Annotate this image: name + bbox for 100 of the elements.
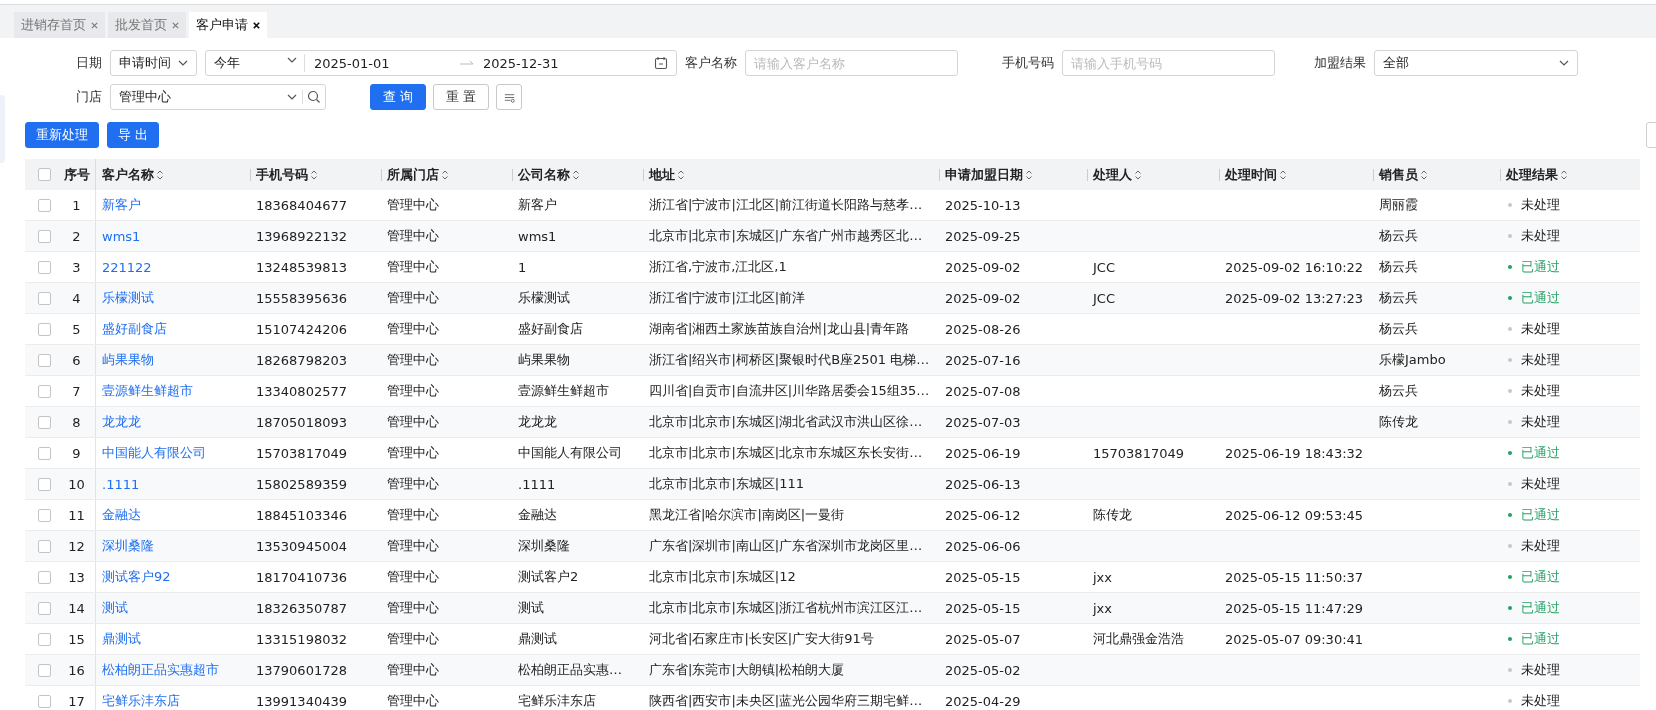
table-cell: 管理中心	[387, 320, 439, 338]
sort-icon[interactable]	[1134, 168, 1142, 181]
table-cell: jxx	[1093, 600, 1112, 616]
column-header: 公司名称	[518, 165, 570, 184]
checkbox[interactable]	[38, 415, 51, 429]
table-cell: 浙江省|宁波市|江北区|前洋	[649, 289, 806, 307]
customer-link[interactable]: 测试客户92	[102, 568, 171, 586]
customer-link[interactable]: 松柏朗正品实惠超市	[102, 661, 219, 679]
table-cell: 管理中心	[387, 537, 439, 555]
checkbox[interactable]	[38, 198, 51, 212]
checkbox[interactable]	[38, 663, 51, 677]
checkbox[interactable]	[38, 168, 51, 181]
sort-icon[interactable]	[441, 168, 449, 181]
customer-link[interactable]: 乐檬测试	[102, 289, 154, 307]
table-cell: 2025-05-15 11:47:29	[1225, 600, 1364, 616]
table-cell: 13991340439	[256, 693, 347, 709]
column-header: 处理时间	[1225, 165, 1277, 184]
table-cell: 管理中心	[387, 692, 439, 710]
checkbox[interactable]	[38, 384, 51, 398]
customer-link[interactable]: 新客户	[102, 196, 141, 214]
customer-link[interactable]: 测试	[102, 599, 128, 617]
date-type-select[interactable]: 申请时间	[110, 50, 197, 76]
sort-icon[interactable]	[1420, 168, 1428, 181]
table-cell: 杨云兵	[1379, 320, 1418, 338]
table-cell: 15703817049	[256, 445, 347, 461]
table-cell: 4	[72, 290, 81, 306]
status-text: 已通过	[1521, 568, 1560, 586]
action-button[interactable]: 重新处理	[25, 122, 99, 148]
table-cell: 5	[72, 321, 81, 337]
column-header: 申请加盟日期	[945, 165, 1023, 184]
table-cell: 周丽霞	[1379, 196, 1418, 214]
customer-link[interactable]: 龙龙龙	[102, 413, 141, 431]
action-button[interactable]: 导 出	[107, 122, 160, 148]
table-cell: 1	[72, 197, 81, 213]
store-select[interactable]: 管理中心	[110, 84, 326, 110]
table-cell: 2025-09-25	[945, 228, 1021, 244]
checkbox[interactable]	[38, 446, 51, 460]
table-cell: 13	[68, 569, 85, 585]
checkbox[interactable]	[38, 260, 51, 274]
table-cell: 浙江省,宁波市,江北区,1	[649, 258, 787, 276]
sort-icon[interactable]	[1279, 168, 1287, 181]
checkbox[interactable]	[38, 539, 51, 553]
column-header: 客户名称	[102, 165, 154, 184]
checkbox[interactable]	[38, 570, 51, 584]
phone-field[interactable]: 请输入手机号码	[1062, 50, 1275, 76]
result-select[interactable]: 全部	[1374, 50, 1578, 76]
table-cell: 2025-09-02 13:27:23	[1225, 290, 1364, 306]
table-cell: 北京市|北京市|东城区|12	[649, 568, 796, 586]
sort-icon[interactable]	[1560, 168, 1568, 181]
table-cell: 管理中心	[387, 630, 439, 648]
table-cell: 北京市|北京市|东城区|浙江省杭州市滨江区江…	[649, 599, 923, 617]
tab[interactable]: 批发首页	[108, 12, 186, 38]
tab[interactable]: 客户申请	[189, 12, 267, 38]
column-header: 手机号码	[256, 165, 308, 184]
customer-link[interactable]: 壹源鲜生鲜超市	[102, 382, 193, 400]
checkbox[interactable]	[38, 229, 51, 243]
sort-icon[interactable]	[310, 168, 318, 181]
table-cell: 鼎测试	[518, 630, 557, 648]
table-cell: 管理中心	[387, 351, 439, 369]
query-button[interactable]: 查 询	[370, 84, 427, 110]
customer-link[interactable]: 屿果果物	[102, 351, 154, 369]
filter-settings-button[interactable]	[496, 84, 523, 110]
sort-icon[interactable]	[572, 168, 580, 181]
customer-link[interactable]: 鼎测试	[102, 630, 141, 648]
tab[interactable]: 进销存首页	[14, 12, 105, 38]
table-cell: 13248539813	[256, 259, 347, 275]
search-icon[interactable]	[302, 90, 321, 104]
customer-name-field[interactable]: 请输入客户名称	[745, 50, 958, 76]
checkbox[interactable]	[38, 508, 51, 522]
table-cell: 2025-07-08	[945, 383, 1021, 399]
checkbox[interactable]	[38, 477, 51, 491]
table-cell: 2	[72, 228, 81, 244]
table-cell: 中国能人有限公司	[518, 444, 622, 462]
table-cell: 浙江省|绍兴市|柯桥区|聚银时代B座2501 电梯…	[649, 351, 930, 369]
customer-link[interactable]: 中国能人有限公司	[102, 444, 206, 462]
reset-button[interactable]: 重 置	[433, 84, 490, 110]
table-cell: 管理中心	[387, 568, 439, 586]
table-cell: 管理中心	[387, 289, 439, 307]
table-cell: 2025-05-07 09:30:41	[1225, 631, 1364, 647]
date-range-field[interactable]: 今年 2025-01-01 2025-12-31	[205, 50, 677, 76]
checkbox[interactable]	[38, 601, 51, 615]
table-cell: 管理中心	[387, 258, 439, 276]
customer-link[interactable]: 宅鲜乐沣东店	[102, 692, 180, 710]
customer-link[interactable]: 金融达	[102, 506, 141, 524]
sort-icon[interactable]	[1025, 168, 1033, 181]
customer-link[interactable]: 深圳桑隆	[102, 537, 154, 555]
checkbox[interactable]	[38, 694, 51, 708]
sort-icon[interactable]	[156, 168, 164, 181]
field-label: 客户名称	[684, 54, 737, 72]
customer-link[interactable]: .1111	[102, 476, 140, 492]
checkbox[interactable]	[38, 353, 51, 367]
table-cell: 2025-06-06	[945, 538, 1021, 554]
customer-link[interactable]: 盛好副食店	[102, 320, 167, 338]
checkbox[interactable]	[38, 632, 51, 646]
customer-link[interactable]: wms1	[102, 228, 141, 244]
close-icon[interactable]	[252, 20, 261, 30]
customer-link[interactable]: 221122	[102, 259, 152, 275]
sort-icon[interactable]	[677, 168, 685, 181]
checkbox[interactable]	[38, 322, 51, 336]
checkbox[interactable]	[38, 291, 51, 305]
